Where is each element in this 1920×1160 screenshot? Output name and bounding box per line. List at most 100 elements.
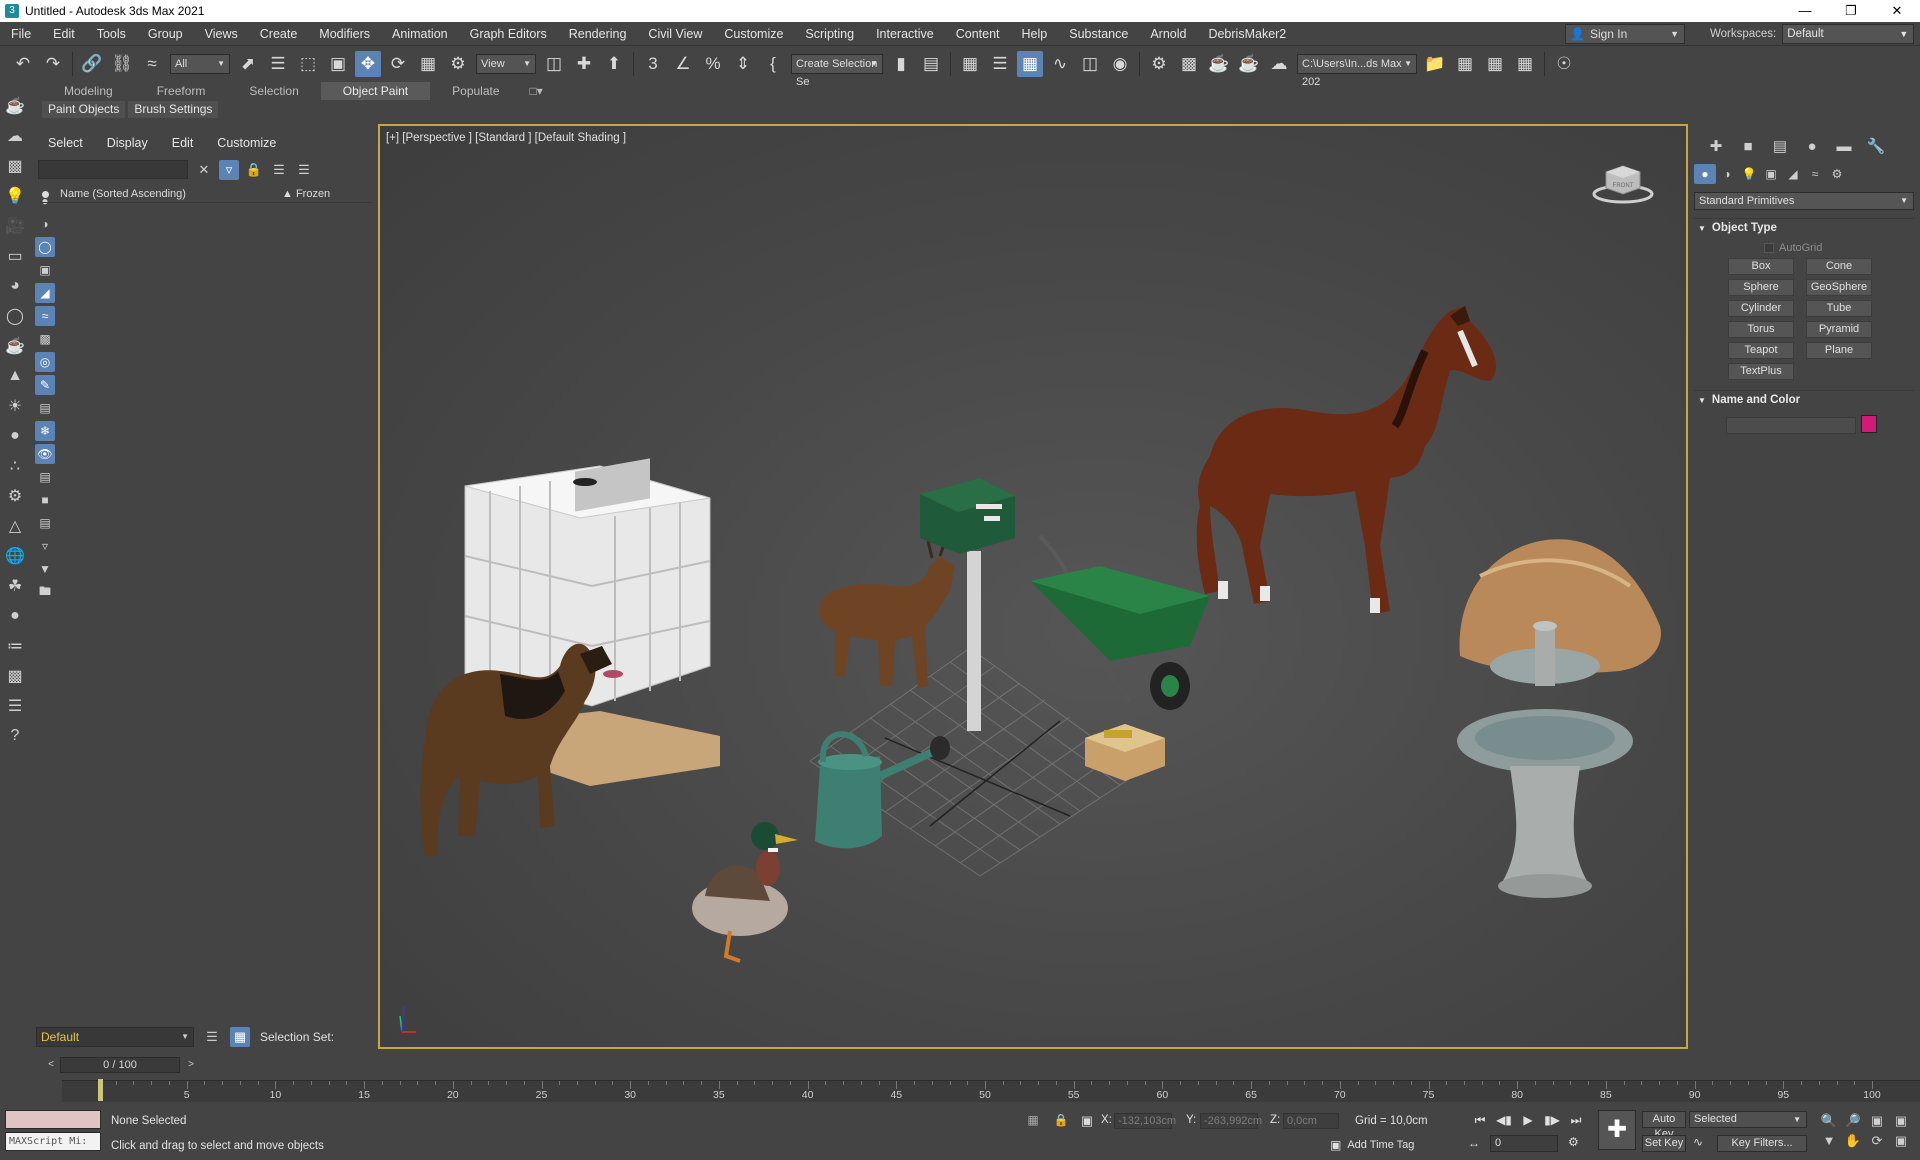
filter-cameras-icon[interactable]: ▣: [35, 260, 55, 280]
menu-rendering[interactable]: Rendering: [558, 22, 638, 46]
play-icon[interactable]: ▶: [1516, 1111, 1540, 1129]
zoom-icon[interactable]: 🔍: [1817, 1111, 1841, 1131]
display-influences-icon[interactable]: ▤: [35, 513, 55, 533]
link-icon[interactable]: 🔗: [79, 51, 105, 77]
torus-button[interactable]: Torus: [1728, 321, 1794, 338]
time-slider[interactable]: 0 / 100: [60, 1057, 180, 1073]
folder-icon[interactable]: 🖿: [35, 582, 55, 602]
orbit-icon[interactable]: ⟳: [1865, 1131, 1889, 1151]
set-project-folder-icon[interactable]: 📁: [1422, 51, 1448, 77]
mirror-icon[interactable]: ▮: [888, 51, 914, 77]
filter-containers-icon[interactable]: ▤: [35, 398, 55, 418]
lights-category-icon[interactable]: 💡: [1738, 164, 1760, 184]
menu-debrismaker2[interactable]: DebrisMaker2: [1197, 22, 1297, 46]
tab-freeform[interactable]: Freeform: [135, 82, 228, 100]
hierarchy-tab-icon[interactable]: ▤: [1764, 134, 1796, 158]
zoom-extents-icon[interactable]: ▣: [1865, 1111, 1889, 1131]
pivot-center-icon[interactable]: ◫: [541, 51, 567, 77]
close-icon[interactable]: ✕: [1874, 0, 1920, 22]
align-icon[interactable]: ▤: [918, 51, 944, 77]
utilities-tab-icon[interactable]: 🔧: [1860, 134, 1892, 158]
explorer-menu-customize[interactable]: Customize: [205, 136, 288, 154]
render-production-icon[interactable]: ☕: [1206, 51, 1232, 77]
object-type-rollout[interactable]: ▼ Object Type: [1694, 218, 1914, 236]
set-keys-icon[interactable]: ✚: [1598, 1110, 1636, 1150]
schematic-view-icon[interactable]: ◫: [1077, 51, 1103, 77]
cone-button[interactable]: Cone: [1806, 258, 1872, 275]
panel-paint-objects[interactable]: Paint Objects: [42, 100, 126, 118]
field-of-view-icon[interactable]: ▼: [1817, 1131, 1841, 1151]
autogrid-checkbox[interactable]: AutoGrid: [1764, 242, 1822, 254]
cloud-icon[interactable]: ☁: [3, 124, 27, 148]
default-in-out-tangents-icon[interactable]: ∿: [1693, 1135, 1711, 1149]
ribbon-toggle-icon[interactable]: ▦: [1017, 51, 1043, 77]
clear-search-icon[interactable]: ✕: [194, 160, 214, 180]
rendered-frame-window-icon[interactable]: ▩: [1176, 51, 1202, 77]
teapot-icon[interactable]: ☕: [3, 94, 27, 118]
render-in-cloud-icon[interactable]: ☁: [1266, 51, 1292, 77]
filter-groups-icon[interactable]: ▩: [35, 329, 55, 349]
next-key-icon[interactable]: ▮▶: [1540, 1111, 1564, 1129]
shapes-category-icon[interactable]: ◑: [1716, 164, 1738, 184]
dome-icon[interactable]: ◕: [3, 274, 27, 298]
named-selection-select[interactable]: Create Selection Se ▼: [791, 54, 883, 88]
systems-category-icon[interactable]: ⚙: [1826, 164, 1848, 184]
filter-helpers-icon[interactable]: ◢: [35, 283, 55, 303]
pan-view-icon[interactable]: ✋: [1841, 1131, 1865, 1151]
tab-selection[interactable]: Selection: [227, 82, 320, 100]
tube-button[interactable]: Tube: [1806, 300, 1872, 317]
display-tab-icon[interactable]: ▬: [1828, 134, 1860, 158]
menu-help[interactable]: Help: [1011, 22, 1059, 46]
inherit-container-icon[interactable]: ▦: [1482, 51, 1508, 77]
menu-graph-editors[interactable]: Graph Editors: [459, 22, 558, 46]
bind-space-warp-icon[interactable]: ≈: [139, 51, 165, 77]
percent-snap-icon[interactable]: %: [700, 51, 726, 77]
x-coordinate-field[interactable]: -132,103cm: [1114, 1113, 1176, 1129]
material-editor-icon[interactable]: ◉: [1107, 51, 1133, 77]
spacewarps-category-icon[interactable]: ≈: [1804, 164, 1826, 184]
render-setup-icon[interactable]: ⚙: [1146, 51, 1172, 77]
sphere-icon[interactable]: ◯: [3, 304, 27, 328]
sun-icon[interactable]: ☀: [3, 394, 27, 418]
select-and-rotate-icon[interactable]: ⟳: [385, 51, 411, 77]
isolate-selection-icon[interactable]: ☉: [1551, 51, 1577, 77]
filter-lights-icon[interactable]: ◯: [35, 237, 55, 257]
workspaces-select[interactable]: Default ▼: [1782, 24, 1915, 44]
prev-frame-icon[interactable]: <: [44, 1057, 58, 1073]
curve-editor-icon[interactable]: ∿: [1047, 51, 1073, 77]
menu-modifiers[interactable]: Modifiers: [308, 22, 381, 46]
next-frame-icon[interactable]: >: [184, 1057, 198, 1073]
angle-snap-icon[interactable]: ∠: [670, 51, 696, 77]
globe-icon[interactable]: 🌐: [3, 544, 27, 568]
hierarchy-collapse-icon[interactable]: ☰: [294, 160, 314, 180]
manipulate-icon[interactable]: ✚: [571, 51, 597, 77]
current-time-marker[interactable]: [98, 1079, 103, 1101]
layer-explorer-icon[interactable]: ☰: [987, 51, 1013, 77]
key-mode-toggle-icon[interactable]: ↔: [1468, 1136, 1486, 1150]
scene-explorer-icon[interactable]: ▦: [230, 1027, 250, 1047]
selection-lock-icon[interactable]: 🔒: [1052, 1113, 1070, 1129]
material-ball-icon[interactable]: ●: [3, 424, 27, 448]
geometry-category-icon[interactable]: ●: [1694, 164, 1716, 184]
edit-named-selection-icon[interactable]: {: [760, 51, 786, 77]
go-to-start-icon[interactable]: ⏮: [1468, 1111, 1492, 1129]
cone-icon[interactable]: ▲: [3, 364, 27, 388]
filter-particles-icon[interactable]: ❄: [35, 421, 55, 441]
menu-file[interactable]: File: [0, 22, 42, 46]
filter-bones-icon[interactable]: ✎: [35, 375, 55, 395]
menu-substance[interactable]: Substance: [1058, 22, 1139, 46]
hierarchy-expand-icon[interactable]: ☰: [269, 160, 289, 180]
column-name[interactable]: Name (Sorted Ascending): [60, 188, 186, 200]
select-object-icon[interactable]: ⬈: [235, 51, 261, 77]
reference-coordinate-select[interactable]: View ▼: [476, 54, 536, 74]
sign-in-dropdown[interactable]: 👤 Sign In ▼: [1565, 24, 1685, 44]
light-icon[interactable]: 💡: [3, 184, 27, 208]
tab-modeling[interactable]: Modeling: [42, 82, 135, 100]
current-layer-select[interactable]: Default ▼: [36, 1027, 194, 1047]
y-coordinate-field[interactable]: -263,992cm: [1200, 1113, 1262, 1129]
rectangle-icon[interactable]: ▭: [3, 244, 27, 268]
teapot-button[interactable]: Teapot: [1728, 342, 1794, 359]
maxscript-mini-listener[interactable]: MAXScript Mi:: [5, 1132, 101, 1151]
rectangular-selection-icon[interactable]: ⬚: [295, 51, 321, 77]
panel-brush-settings[interactable]: Brush Settings: [128, 100, 219, 118]
